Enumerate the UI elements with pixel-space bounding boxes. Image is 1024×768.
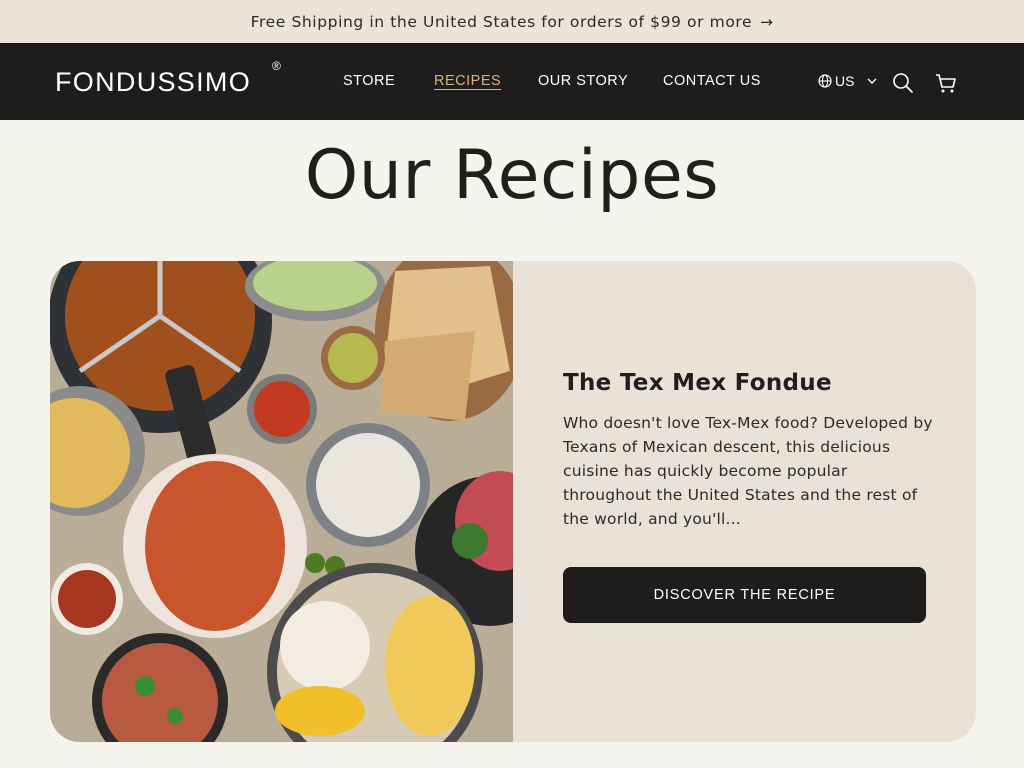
nav-item-recipes[interactable]: RECIPES (434, 73, 501, 89)
announcement-bar: Free Shipping in the United States for o… (0, 0, 1024, 43)
registered-mark: ® (272, 59, 281, 73)
recipe-content: The Tex Mex Fondue Who doesn't love Tex-… (563, 261, 976, 742)
cart-icon[interactable] (934, 71, 958, 95)
nav-item-contact-us[interactable]: CONTACT US (663, 73, 761, 89)
chevron-down-icon (867, 78, 877, 84)
globe-icon (818, 74, 832, 88)
nav-item-store[interactable]: STORE (343, 73, 395, 89)
recipe-title[interactable]: The Tex Mex Fondue (563, 370, 832, 396)
discover-recipe-button[interactable]: DISCOVER THE RECIPE (563, 567, 926, 623)
logo[interactable]: FONDUSSIMO (55, 67, 251, 98)
nav-item-our-story[interactable]: OUR STORY (538, 73, 628, 89)
recipe-image[interactable] (50, 261, 565, 742)
arrow-right-icon[interactable]: → (760, 13, 773, 31)
page-title: Our Recipes (304, 136, 720, 215)
announcement-text: Free Shipping in the United States for o… (250, 12, 753, 31)
region-label: US (835, 73, 855, 89)
region-selector[interactable]: US (818, 73, 879, 89)
recipe-card: The Tex Mex Fondue Who doesn't love Tex-… (50, 261, 976, 742)
recipe-description: Who doesn't love Tex-Mex food? Developed… (563, 414, 933, 528)
search-icon[interactable] (891, 71, 915, 95)
main-header: FONDUSSIMO ® STORE RECIPES OUR STORY CON… (0, 43, 1024, 120)
